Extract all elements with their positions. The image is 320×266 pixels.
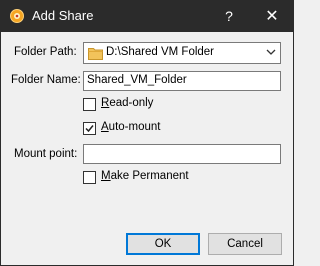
close-button[interactable]: ✕ xyxy=(257,1,287,32)
chevron-down-icon[interactable] xyxy=(266,49,276,56)
checkmark-icon xyxy=(85,125,94,133)
read-only-checkbox[interactable] xyxy=(83,98,96,111)
folder-path-value: D:\Shared VM Folder xyxy=(106,46,215,58)
make-permanent-label[interactable]: Make Permanent xyxy=(101,170,189,182)
mount-point-field[interactable] xyxy=(83,144,281,164)
make-permanent-checkbox[interactable] xyxy=(83,171,96,184)
cancel-button[interactable]: Cancel xyxy=(208,233,282,255)
folder-name-value: Shared_VM_Folder xyxy=(87,74,187,86)
read-only-label[interactable]: Read-only xyxy=(101,97,153,109)
folder-icon xyxy=(88,48,103,60)
mount-point-label: Mount point: xyxy=(14,148,78,160)
folder-name-label: Folder Name: xyxy=(11,74,81,86)
auto-mount-checkbox[interactable] xyxy=(83,122,96,135)
add-share-dialog: Add Share ? ✕ Folder Path: D:\Shared VM … xyxy=(0,0,294,266)
folder-path-label: Folder Path: xyxy=(14,46,77,58)
window-title: Add Share xyxy=(32,8,94,23)
folder-name-field[interactable]: Shared_VM_Folder xyxy=(83,71,281,91)
title-bar[interactable]: Add Share ? ✕ xyxy=(1,1,293,32)
folder-path-combobox[interactable]: D:\Shared VM Folder xyxy=(83,42,281,64)
help-button[interactable]: ? xyxy=(214,1,244,32)
auto-mount-label[interactable]: Auto-mount xyxy=(101,121,160,133)
virtualbox-app-icon xyxy=(10,9,24,23)
ok-button[interactable]: OK xyxy=(126,233,200,255)
